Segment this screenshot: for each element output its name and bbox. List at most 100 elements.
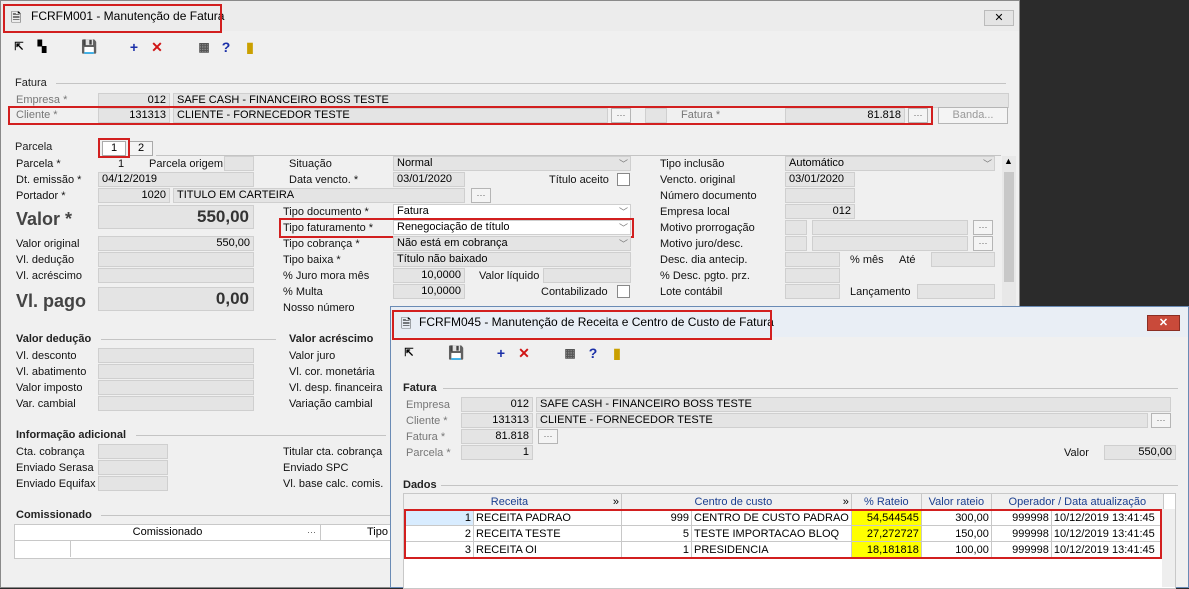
empresa-code-field[interactable]: 012 [98,93,170,108]
add-icon[interactable]: + [126,39,142,55]
door-icon[interactable]: ▮ [242,39,258,55]
data-atualizacao-cell[interactable]: 10/12/2019 13:41:45 [1050,541,1164,558]
row-number-cell[interactable]: 3 [403,541,474,558]
desc-pgto-field[interactable] [785,268,840,283]
exit-icon[interactable]: ⇱ [401,345,417,361]
cliente-search-button[interactable]: ⋯ [611,108,631,123]
fatura-label: Fatura * [681,109,721,121]
data-atualizacao-cell[interactable]: 10/12/2019 13:41:45 [1050,509,1164,526]
rateio-cell[interactable]: 54,544545 [850,509,922,526]
table-row[interactable]: 3 RECEITA OI 1 PRESIDENCIA 18,181818 100,00 99… [403,541,1164,558]
operador-col-header[interactable]: Operador / Data atualização [990,493,1164,510]
numero-documento-field[interactable] [785,188,855,203]
cc-name-cell[interactable]: CENTRO DE CUSTO PADRAO [691,509,852,526]
tipo-cobranca-value: Não está em cobrança [397,237,508,249]
portador-search-button[interactable]: ⋯ [471,188,491,203]
banda-button[interactable]: Banda... [938,107,1008,124]
situacao-select[interactable]: Normal ﹀ [393,156,631,171]
tipo-documento-select[interactable]: Fatura ﹀ [393,204,631,219]
vl-deducao-field [98,252,254,267]
chevron-right-icon[interactable]: » [613,496,619,508]
fatura-field[interactable]: 81.818 [785,108,905,123]
rateio-cell[interactable]: 18,181818 [850,541,922,558]
close-button[interactable]: ✕ [1147,315,1180,331]
cc-code-cell[interactable]: 5 [621,525,692,542]
motivo-juro-search-button[interactable]: ⋯ [973,236,993,251]
tipo-faturamento-select[interactable]: Renegociação de título ﹀ [393,220,631,235]
valor-rateio-cell[interactable]: 300,00 [920,509,992,526]
dt-emissao-label: Dt. emissão * [16,174,82,186]
receita-cell[interactable]: RECEITA OI [473,541,622,558]
data-vencto-field[interactable]: 03/01/2020 [393,172,465,187]
ate-field[interactable] [931,252,995,267]
dt-emissao-field[interactable]: 04/12/2019 [98,172,254,187]
juro-mora-field[interactable]: 10,0000 [393,268,465,283]
close-button[interactable]: ✕ [984,10,1014,26]
valor-rateio-cell[interactable]: 150,00 [920,525,992,542]
calculator-icon[interactable]: ▦ [562,345,578,361]
tipo-inclusao-select[interactable]: Automático ﹀ [785,156,995,171]
tipo-col-header[interactable]: Tipo [321,525,391,541]
receita-col-header[interactable]: Receita » [403,493,622,510]
cc-code-cell[interactable]: 999 [621,509,692,526]
rateio-col-header[interactable]: % Rateio [850,493,922,510]
data-atualizacao-cell[interactable]: 10/12/2019 13:41:45 [1050,525,1164,542]
popup-scrollbar[interactable] [1162,509,1175,587]
motivo-juro-code[interactable] [785,236,807,251]
cc-code-cell[interactable]: 1 [621,541,692,558]
motivo-prorrogacao-code[interactable] [785,220,807,235]
motivo-prorrogacao-search-button[interactable]: ⋯ [973,220,993,235]
table-row[interactable]: 2 RECEITA TESTE 5 TESTE IMPORTACAO BLOQ 27,2… [403,525,1164,542]
comissionado-row-cell[interactable] [15,541,71,557]
row-number-cell[interactable]: 2 [403,525,474,542]
save-icon[interactable]: 💾 [81,39,97,55]
table-row[interactable]: 1 RECEITA PADRAO 999 CENTRO DE CUSTO PADRAO… [403,509,1164,526]
centro-custo-col-header[interactable]: Centro de custo » [621,493,852,510]
receita-cell[interactable]: RECEITA PADRAO [473,509,622,526]
help-icon[interactable]: ? [218,39,234,55]
valor-rateio-col-header[interactable]: Valor rateio [920,493,992,510]
tab-1[interactable]: 1 [102,141,126,156]
parcela-section-title: Parcela [15,141,53,153]
cc-name-cell[interactable]: TESTE IMPORTACAO BLOQ [691,525,852,542]
empresa-local-label: Empresa local [660,206,730,218]
receita-cell[interactable]: RECEITA TESTE [473,525,622,542]
operador-cell[interactable]: 999998 [990,525,1052,542]
door-icon[interactable]: ▮ [609,345,625,361]
parcela-origem-field[interactable] [224,156,254,171]
popup-fatura-search-button[interactable]: ⋯ [538,429,558,444]
row-number-cell[interactable]: 1 [403,509,474,526]
scroll-up-icon[interactable]: ▲ [1004,156,1013,166]
delete-icon[interactable]: ✕ [149,39,165,55]
exit-icon[interactable]: ⇱ [11,39,27,55]
vertical-scrollbar[interactable]: ▲ [1002,156,1016,306]
tipo-cobranca-select[interactable]: Não está em cobrança ﹀ [393,236,631,251]
desc-dia-antecip-field[interactable] [785,252,840,267]
valor-field[interactable]: 550,00 [98,205,254,229]
chevron-right-icon[interactable]: » [843,496,849,508]
cliente-code-field[interactable]: 131313 [98,108,170,123]
popup-cliente-search-button[interactable]: ⋯ [1151,413,1171,428]
info-right-1: Enviado SPC [283,462,349,474]
contabilizado-checkbox[interactable] [617,285,630,298]
rateio-cell[interactable]: 27,272727 [850,525,922,542]
comissionado-col-header[interactable]: Comissionado [15,525,321,541]
tab-2[interactable]: 2 [129,141,153,156]
help-icon[interactable]: ? [585,345,601,361]
copy-icon[interactable]: ▚ [34,39,50,55]
delete-icon[interactable]: ✕ [516,345,532,361]
cc-name-cell[interactable]: PRESIDENCIA [691,541,852,558]
multa-field[interactable]: 10,0000 [393,284,465,299]
valor-rateio-cell[interactable]: 100,00 [920,541,992,558]
vl-acrescimo-field [98,268,254,283]
save-icon[interactable]: 💾 [448,345,464,361]
add-icon[interactable]: + [493,345,509,361]
calculator-icon[interactable]: ▦ [196,39,212,55]
portador-code-field[interactable]: 1020 [98,188,170,203]
titulo-aceito-checkbox[interactable] [617,173,630,186]
operador-cell[interactable]: 999998 [990,509,1052,526]
operador-cell[interactable]: 999998 [990,541,1052,558]
comissionado-search-icon[interactable]: ⋯ [307,527,316,538]
scroll-thumb[interactable] [1004,172,1014,282]
fatura-search-button[interactable]: ⋯ [908,108,928,123]
